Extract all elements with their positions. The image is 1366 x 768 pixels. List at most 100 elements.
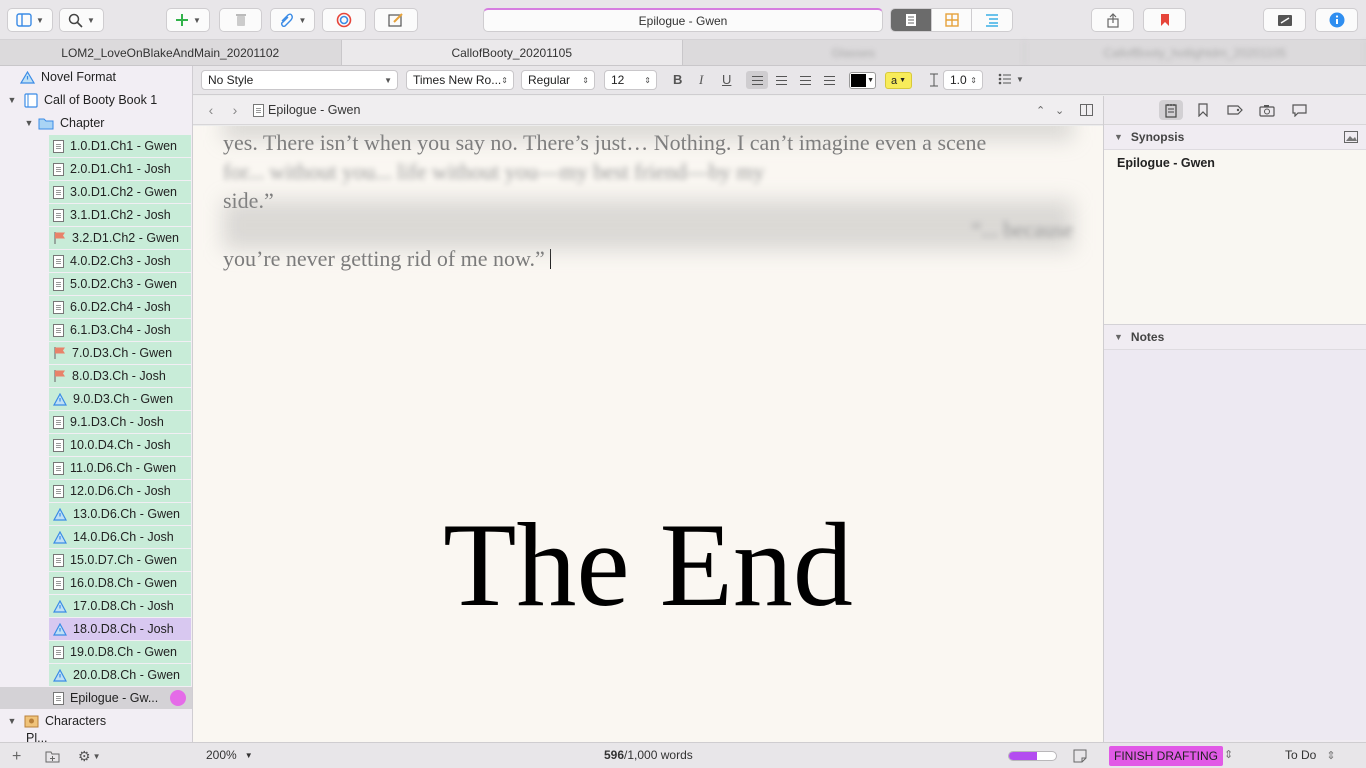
binder-item-chapter[interactable]: 13.0.D6.Ch - Gwen: [49, 503, 191, 525]
tab-notes-inspector[interactable]: [1159, 100, 1183, 120]
share-button[interactable]: [1091, 8, 1134, 32]
binder-item-chapter[interactable]: 3.2.D1.Ch2 - Gwen: [49, 227, 191, 249]
binder-item-chapter[interactable]: 6.0.D2.Ch4 - Josh: [49, 296, 191, 318]
synopsis-header[interactable]: ▼ Synopsis: [1104, 125, 1366, 150]
font-family-select[interactable]: Times New Ro... ⇕: [406, 70, 514, 90]
window-title: Epilogue - Gwen: [638, 13, 728, 28]
binder-item-chapter[interactable]: 8.0.D3.Ch - Josh: [49, 365, 191, 387]
binder-item-novel-format[interactable]: Novel Format: [0, 66, 192, 88]
add-button[interactable]: ▼: [166, 8, 210, 32]
binder-item-places[interactable]: Pl...: [0, 733, 192, 742]
zoom-select[interactable]: 200% ▼: [206, 748, 253, 762]
image-icon[interactable]: [1344, 131, 1358, 143]
binder-item-chapter[interactable]: 12.0.D6.Ch - Josh: [49, 480, 191, 502]
binder-item-chapter[interactable]: 9.1.D3.Ch - Josh: [49, 411, 191, 433]
back-arrow-icon[interactable]: ‹: [199, 102, 223, 118]
paragraph-style-select[interactable]: No Style ▼: [201, 70, 398, 90]
binder-item-chapter[interactable]: 18.0.D8.Ch - Josh: [49, 618, 191, 640]
italic-button[interactable]: I: [699, 72, 703, 88]
status-badge[interactable]: FINISH DRAFTING: [1109, 746, 1223, 766]
align-justify-button[interactable]: [818, 71, 840, 89]
label-select[interactable]: To Do ⇕: [1285, 748, 1336, 762]
underline-button[interactable]: U: [722, 72, 731, 87]
add-item-icon[interactable]: +: [12, 748, 21, 766]
document-view-button[interactable]: [891, 9, 932, 31]
bold-button[interactable]: B: [673, 72, 682, 87]
binder-item-characters[interactable]: ▼ Characters: [0, 710, 192, 732]
trash-button[interactable]: [219, 8, 262, 32]
word-target-progress-bar: [1008, 751, 1057, 761]
disclosure-triangle-icon[interactable]: ▼: [6, 95, 18, 105]
binder-item-epilogue[interactable]: Epilogue - Gw...: [0, 687, 192, 709]
outline-view-button[interactable]: [972, 9, 1012, 31]
font-weight-select[interactable]: Regular ⇕: [521, 70, 595, 90]
binder-item-chapter[interactable]: 3.1.D1.Ch2 - Josh: [49, 204, 191, 226]
binder-item-chapter[interactable]: 9.0.D3.Ch - Gwen: [49, 388, 191, 410]
split-view-icon[interactable]: [1080, 104, 1093, 116]
binder-item-chapter[interactable]: 11.0.D6.Ch - Gwen: [49, 457, 191, 479]
disclosure-triangle-icon[interactable]: ▼: [1114, 132, 1123, 142]
binder-item-chapter[interactable]: 10.0.D4.Ch - Josh: [49, 434, 191, 456]
editor-text-area[interactable]: yes. There isn’t when you say no. There’…: [193, 126, 1103, 742]
notes-text-area[interactable]: [1104, 350, 1366, 740]
binder-item-chapter[interactable]: 1.0.D1.Ch1 - Gwen: [49, 135, 191, 157]
tab-bookmarks-inspector[interactable]: [1191, 100, 1215, 120]
flag-icon: [54, 347, 65, 359]
binder-item-chapter[interactable]: 3.0.D1.Ch2 - Gwen: [49, 181, 191, 203]
binder-item-chapter[interactable]: 16.0.D8.Ch - Gwen: [49, 572, 191, 594]
binder-item-chapter[interactable]: 5.0.D2.Ch3 - Gwen: [49, 273, 191, 295]
binder-item-chapter[interactable]: 15.0.D7.Ch - Gwen: [49, 549, 191, 571]
align-left-button[interactable]: [746, 71, 768, 89]
tab-callofbooty[interactable]: CallofBooty_20201105: [341, 40, 683, 65]
next-document-icon[interactable]: ⌄: [1055, 104, 1064, 117]
font-size-select[interactable]: 12 ⇕: [604, 70, 657, 90]
search-button[interactable]: ▼: [59, 8, 104, 32]
corkboard-view-button[interactable]: [932, 9, 973, 31]
inspector-button[interactable]: [1315, 8, 1358, 32]
disclosure-triangle-icon[interactable]: ▼: [23, 118, 35, 128]
align-right-button[interactable]: [794, 71, 816, 89]
tag-icon: [1227, 105, 1243, 115]
list-style-button[interactable]: ▼: [998, 73, 1024, 85]
notes-header[interactable]: ▼ Notes: [1104, 325, 1366, 350]
binder-item-chapter[interactable]: 19.0.D8.Ch - Gwen: [49, 641, 191, 663]
binder-item-chapter[interactable]: 14.0.D6.Ch - Josh: [49, 526, 191, 548]
chevron-down-icon: ▼: [899, 77, 907, 84]
composition-mode-button[interactable]: [1263, 8, 1306, 32]
target-button[interactable]: [322, 8, 366, 32]
binder-item-book[interactable]: ▼ Call of Booty Book 1: [0, 89, 192, 111]
binder-item-chapter[interactable]: 17.0.D8.Ch - Josh: [49, 595, 191, 617]
tab-comments-inspector[interactable]: [1287, 100, 1311, 120]
binder-item-chapter-folder[interactable]: ▼ Chapter: [0, 112, 192, 134]
text-color-picker[interactable]: ▼: [849, 72, 876, 89]
previous-document-icon[interactable]: ⌃: [1036, 104, 1045, 117]
tab-callofbooty-2[interactable]: CallofBooty_hotlightdm_20201105: [1025, 40, 1366, 65]
compose-button[interactable]: [374, 8, 418, 32]
binder-item-chapter[interactable]: 2.0.D1.Ch1 - Josh: [49, 158, 191, 180]
forward-arrow-icon[interactable]: ›: [223, 102, 247, 118]
line-spacing-select[interactable]: 1.0 ⇕: [943, 70, 983, 90]
binder-item-chapter[interactable]: 6.1.D3.Ch4 - Josh: [49, 319, 191, 341]
camera-icon: [1259, 104, 1275, 117]
attach-button[interactable]: ▼: [270, 8, 315, 32]
disclosure-triangle-icon[interactable]: ▼: [1114, 332, 1123, 342]
highlight-color-picker[interactable]: a ▼: [885, 72, 912, 89]
view-layout-button[interactable]: ▼: [7, 8, 53, 32]
synopsis-text[interactable]: Epilogue - Gwen: [1104, 150, 1366, 325]
document-title-field[interactable]: Epilogue - Gwen: [483, 8, 883, 32]
tab-glasses[interactable]: Glasses: [683, 40, 1025, 65]
tab-metadata-inspector[interactable]: [1223, 100, 1247, 120]
stepper-arrows-icon[interactable]: ⇕: [1224, 748, 1233, 761]
binder-sidebar: Novel Format ▼ Call of Booty Book 1 ▼ Ch…: [0, 66, 193, 742]
align-center-button[interactable]: [770, 71, 792, 89]
tab-snapshots-inspector[interactable]: [1255, 100, 1279, 120]
binder-item-chapter[interactable]: 7.0.D3.Ch - Gwen: [49, 342, 191, 364]
tab-lom2[interactable]: LOM2_LoveOnBlakeAndMain_20201102: [0, 40, 342, 65]
disclosure-triangle-icon[interactable]: ▼: [6, 716, 18, 726]
binder-item-chapter[interactable]: 4.0.D2.Ch3 - Josh: [49, 250, 191, 272]
bookmark-button[interactable]: [1143, 8, 1186, 32]
binder-item-chapter[interactable]: 20.0.D8.Ch - Gwen: [49, 664, 191, 686]
settings-button[interactable]: ⚙ ▼: [78, 748, 100, 765]
new-folder-icon[interactable]: [45, 749, 60, 763]
target-note-icon[interactable]: [1073, 749, 1087, 763]
